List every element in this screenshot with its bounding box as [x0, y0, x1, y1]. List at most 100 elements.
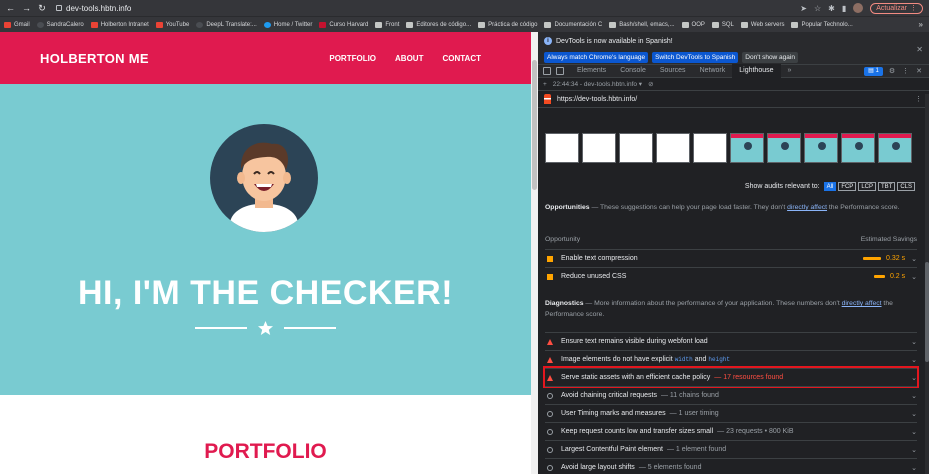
devtools-close-icon[interactable]: ✕ — [916, 67, 922, 75]
chevron-down-icon[interactable]: ⌄ — [911, 356, 917, 364]
bookmark-label: Documentación C — [554, 21, 603, 28]
device-toggle-icon[interactable] — [556, 67, 564, 75]
diagnostic-row[interactable]: Keep request counts low and transfer siz… — [545, 422, 917, 440]
bookmark-item[interactable]: Práctica de código — [478, 21, 537, 28]
site-brand[interactable]: HOLBERTON ME — [40, 51, 149, 66]
fail-triangle-icon — [547, 356, 553, 363]
diagnostics-link[interactable]: directly affect — [842, 300, 882, 307]
tab-network[interactable]: Network — [693, 64, 733, 78]
bookmark-item[interactable]: Gmail — [4, 21, 30, 28]
diagnostics-desc: Diagnostics — More information about the… — [545, 298, 910, 320]
chevron-down-icon[interactable]: ⌄ — [911, 446, 917, 454]
filmstrip-frame — [545, 133, 579, 163]
clear-icon[interactable]: ⊘ — [648, 80, 653, 88]
chevron-down-icon[interactable]: ⌄ — [911, 273, 917, 281]
more-tabs-icon[interactable]: » — [781, 64, 799, 78]
nav-link-about[interactable]: ABOUT — [395, 54, 423, 63]
bookmark-item[interactable]: Home / Twitter — [263, 21, 312, 28]
bookmark-item[interactable]: DeepL Translate:... — [196, 21, 257, 28]
dont-show-again-button[interactable]: Don't show again — [742, 52, 798, 63]
filter-tbt[interactable]: TBT — [877, 182, 896, 191]
switch-spanish-button[interactable]: Switch DevTools to Spanish — [652, 52, 739, 63]
report-menu-icon[interactable]: ⋮ — [915, 95, 922, 103]
opportunities-link[interactable]: directly affect — [787, 204, 827, 211]
nav-link-contact[interactable]: CONTACT — [442, 54, 481, 63]
chevron-down-icon[interactable]: ⌄ — [911, 428, 917, 436]
address-bar[interactable]: dev-tools.hbtn.info — [56, 4, 131, 13]
opportunities-desc: Opportunities — These suggestions can he… — [545, 202, 910, 213]
bookmark-item[interactable]: Holberton Intranet — [90, 21, 149, 28]
close-icon[interactable]: ✕ — [916, 45, 923, 54]
filter-all[interactable]: All — [823, 182, 837, 191]
diagnostic-row[interactable]: Image elements do not have explicit widt… — [545, 350, 917, 368]
diagnostic-row-cache-policy[interactable]: Serve static assets with an efficient ca… — [543, 366, 919, 388]
chevron-down-icon[interactable]: ⌄ — [911, 392, 917, 400]
bookmark-item[interactable]: Documentación C — [544, 21, 603, 28]
bookmark-item[interactable]: Web servers — [740, 21, 785, 28]
bookmark-item[interactable]: YouTube — [155, 21, 189, 28]
share-icon[interactable]: ➤ — [800, 4, 807, 13]
diagnostic-row[interactable]: Ensure text remains visible during webfo… — [545, 332, 917, 350]
reload-icon[interactable]: ↻ — [38, 3, 46, 14]
devtools-scrollbar[interactable] — [925, 94, 929, 474]
bookmark-item[interactable]: Curso Harvard — [319, 21, 368, 28]
tab-sources[interactable]: Sources — [653, 64, 693, 78]
tab-lighthouse[interactable]: Lighthouse — [732, 64, 781, 78]
tab-elements[interactable]: Elements — [570, 64, 613, 78]
inspect-icon[interactable] — [543, 67, 551, 75]
plus-icon[interactable]: + — [543, 81, 547, 88]
url-text[interactable]: dev-tools.hbtn.info — [66, 4, 131, 13]
bookmark-item[interactable]: Popular Technolo... — [791, 21, 853, 28]
issues-badge[interactable]: ▤ 1 — [864, 66, 883, 76]
devtools-scrollbar-thumb[interactable] — [925, 262, 929, 362]
opportunity-row[interactable]: Reduce unused CSS 0.2 s ⌄ — [545, 267, 917, 285]
chevron-down-icon[interactable]: ⌄ — [911, 255, 917, 263]
chevron-down-icon[interactable]: ⌄ — [911, 464, 917, 472]
settings-gear-icon[interactable]: ⚙ — [889, 67, 895, 75]
info-icon: i — [544, 37, 552, 45]
bookmark-item[interactable]: OOP — [681, 21, 705, 28]
match-language-button[interactable]: Always match Chrome's language — [544, 52, 649, 63]
update-button[interactable]: Actualizar ⋮ — [870, 2, 923, 14]
nav-link-portfolio[interactable]: PORTFOLIO — [329, 54, 376, 63]
chevron-down-icon[interactable]: ⌄ — [911, 374, 917, 382]
filter-lcp[interactable]: LCP — [858, 182, 876, 191]
extensions-icon[interactable]: ✱ — [828, 4, 835, 13]
filter-cls[interactable]: CLS — [897, 182, 915, 191]
forward-arrow-icon[interactable]: → — [22, 3, 31, 14]
tab-console[interactable]: Console — [613, 64, 653, 78]
filter-fcp[interactable]: FCP — [838, 182, 857, 191]
chevron-down-icon[interactable]: ⌄ — [911, 410, 917, 418]
diagnostic-row[interactable]: Avoid chaining critical requests — 11 ch… — [545, 386, 917, 404]
page-scrollbar-thumb[interactable] — [532, 60, 537, 190]
report-url[interactable]: https://dev-tools.hbtn.info/ — [557, 96, 637, 103]
savings-value: 0.2 s — [889, 273, 906, 280]
diagnostic-row[interactable]: Avoid large layout shifts — 5 elements f… — [545, 458, 917, 474]
diagnostic-label: User Timing marks and measures — [561, 410, 666, 417]
opportunity-row[interactable]: Enable text compression 0.32 s ⌄ — [545, 249, 917, 267]
bookmark-item[interactable]: Bash/shell, emacs,... — [609, 21, 675, 28]
bookmark-favicon-icon — [90, 21, 98, 28]
report-select[interactable]: 22:44:34 - dev-tools.hbtn.info ▾ — [553, 80, 642, 88]
bookmark-item[interactable]: SQL — [711, 21, 734, 28]
diagnostic-row[interactable]: Largest Contentful Paint element — 1 ele… — [545, 440, 917, 458]
profile-avatar[interactable] — [853, 3, 864, 13]
diagnostic-row[interactable]: User Timing marks and measures — 1 user … — [545, 404, 917, 422]
opportunity-label: Reduce unused CSS — [561, 273, 627, 280]
bookmark-label: Web servers — [750, 21, 785, 28]
bookmark-item[interactable]: SandraCalero — [36, 21, 84, 28]
code-width: width — [674, 356, 693, 363]
star-icon[interactable]: ☆ — [814, 4, 821, 13]
bookmark-item[interactable]: Editores de código... — [406, 21, 471, 28]
bookmark-item[interactable]: Front — [375, 21, 399, 28]
bookmark-label: SQL — [721, 21, 734, 28]
chevron-down-icon[interactable]: ⌄ — [911, 338, 917, 346]
bookmark-favicon-icon — [196, 21, 204, 28]
devtools-panel: i DevTools is now available in Spanish! … — [538, 32, 929, 474]
page-scrollbar[interactable] — [531, 32, 538, 474]
language-notice: i DevTools is now available in Spanish! … — [538, 32, 929, 64]
more-bookmarks-icon[interactable]: » — [919, 20, 923, 29]
devtools-menu-icon[interactable]: ⋮ — [902, 67, 909, 75]
back-arrow-icon[interactable]: ← — [6, 3, 15, 14]
sidebar-icon[interactable]: ▮ — [842, 4, 846, 13]
